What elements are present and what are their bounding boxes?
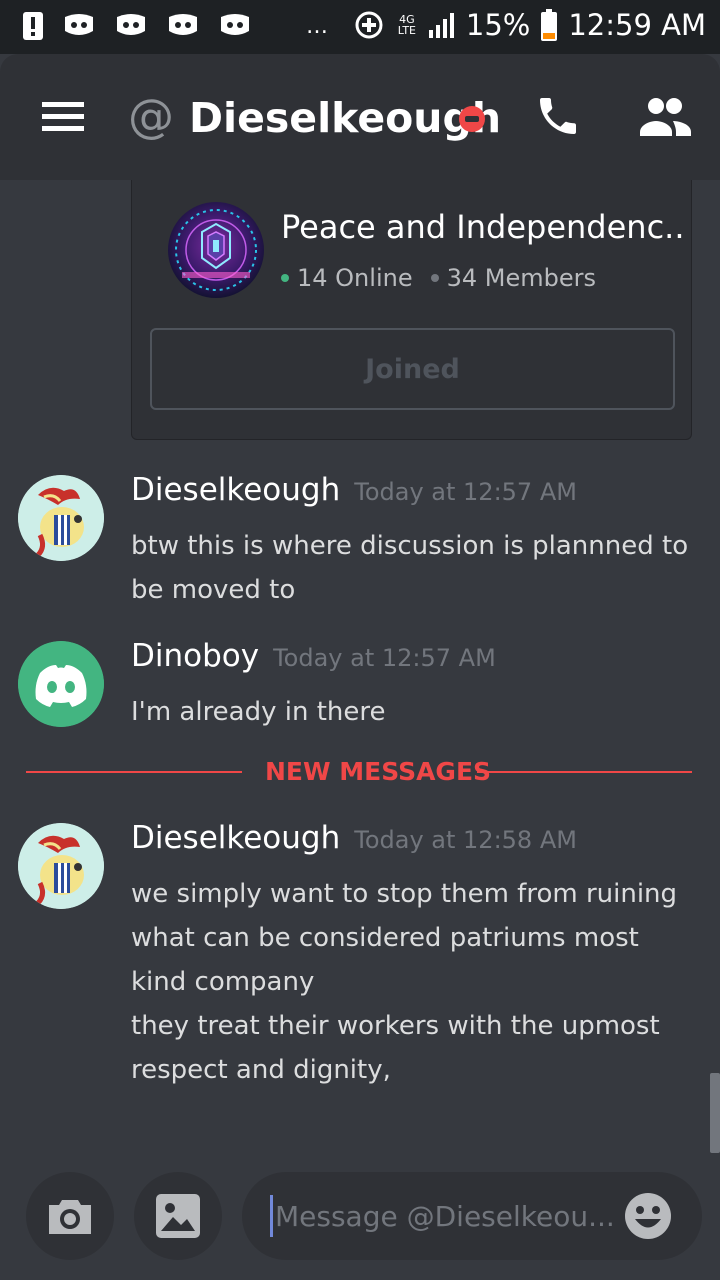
message-content: I'm already in there — [131, 690, 701, 734]
message-content: btw this is where discussion is plannned… — [131, 524, 701, 612]
member-count: 34 Members — [446, 264, 596, 292]
message-line: they treat their workers with the upmost… — [131, 1011, 660, 1085]
dnd-status-icon — [459, 106, 485, 132]
signal-icon — [428, 11, 456, 39]
battery-icon — [540, 9, 558, 41]
message[interactable]: Dinoboy Today at 12:57 AM I'm already in … — [0, 638, 720, 738]
data-saver-icon — [352, 11, 386, 39]
message-input-placeholder: Message @Dieselkeou... — [275, 1199, 615, 1233]
message-author[interactable]: Dieselkeough Today at 12:58 AM — [131, 820, 577, 856]
message-author[interactable]: Dieselkeough Today at 12:57 AM — [131, 472, 577, 508]
system-status: 4G LTE 15% 12:59 AM — [352, 8, 706, 42]
author-name[interactable]: Dieselkeough — [131, 472, 340, 508]
discord-notification-icon — [166, 12, 200, 40]
network-type: 4G LTE — [397, 13, 417, 37]
avatar[interactable] — [18, 823, 104, 909]
message-line: I'm already in there — [131, 697, 386, 727]
discord-notification-icon — [62, 12, 96, 40]
guild-stats: 14 Online 34 Members — [281, 264, 596, 292]
composer-bar: Message @Dieselkeou... — [0, 1160, 720, 1280]
app-bar: @ Dieselkeough — [0, 54, 720, 180]
avatar[interactable] — [18, 641, 104, 727]
new-messages-label: NEW MESSAGES — [264, 757, 492, 786]
at-icon: @ — [128, 89, 174, 143]
members-dot — [430, 274, 439, 282]
discord-notification-icon — [218, 12, 252, 40]
clock: 12:59 AM — [568, 8, 706, 42]
gallery-button[interactable] — [134, 1172, 222, 1260]
menu-icon[interactable] — [42, 100, 84, 132]
message-content: we simply want to stop them from ruining… — [131, 872, 701, 1092]
message-line: we simply want to stop them from ruining… — [131, 879, 678, 997]
overflow-indicator: … — [306, 13, 328, 39]
status-bar: … 4G LTE 15% 12:59 AM — [0, 0, 720, 54]
message-author[interactable]: Dinoboy Today at 12:57 AM — [131, 638, 496, 674]
page-title[interactable]: Dieselkeough — [189, 92, 501, 144]
avatar[interactable] — [18, 475, 104, 561]
author-name[interactable]: Dinoboy — [131, 638, 259, 674]
message-list[interactable]: Peace and Independenc.. 14 Online 34 Mem… — [0, 180, 720, 1160]
camera-icon — [47, 1196, 93, 1236]
image-icon — [155, 1193, 201, 1239]
message-timestamp: Today at 12:57 AM — [273, 644, 496, 672]
message[interactable]: Dieselkeough Today at 12:57 AM btw this i… — [0, 472, 720, 612]
server-invite-card: Peace and Independenc.. 14 Online 34 Mem… — [131, 180, 692, 440]
guild-icon[interactable] — [168, 202, 264, 298]
scrollbar[interactable] — [710, 1073, 720, 1153]
joined-button[interactable]: Joined — [150, 328, 675, 410]
camera-button[interactable] — [26, 1172, 114, 1260]
notification-icons: … — [22, 12, 328, 40]
members-icon[interactable] — [638, 92, 694, 140]
emoji-icon[interactable] — [624, 1192, 672, 1240]
online-count: 14 Online — [297, 264, 413, 292]
message-timestamp: Today at 12:57 AM — [354, 478, 577, 506]
message[interactable]: Dieselkeough Today at 12:58 AM we simply … — [0, 820, 720, 1100]
discord-notification-icon — [114, 12, 148, 40]
divider-line — [26, 771, 242, 773]
online-dot — [281, 274, 289, 282]
divider-line — [477, 771, 692, 773]
phone-icon[interactable] — [534, 92, 582, 140]
guild-name[interactable]: Peace and Independenc.. — [281, 208, 685, 246]
alert-icon — [22, 12, 44, 40]
text-caret — [270, 1195, 273, 1237]
new-messages-divider: NEW MESSAGES — [26, 758, 692, 788]
message-timestamp: Today at 12:58 AM — [354, 826, 577, 854]
battery-percent: 15% — [465, 8, 531, 42]
message-line: btw this is where discussion is plannned… — [131, 531, 689, 605]
author-name[interactable]: Dieselkeough — [131, 820, 340, 856]
